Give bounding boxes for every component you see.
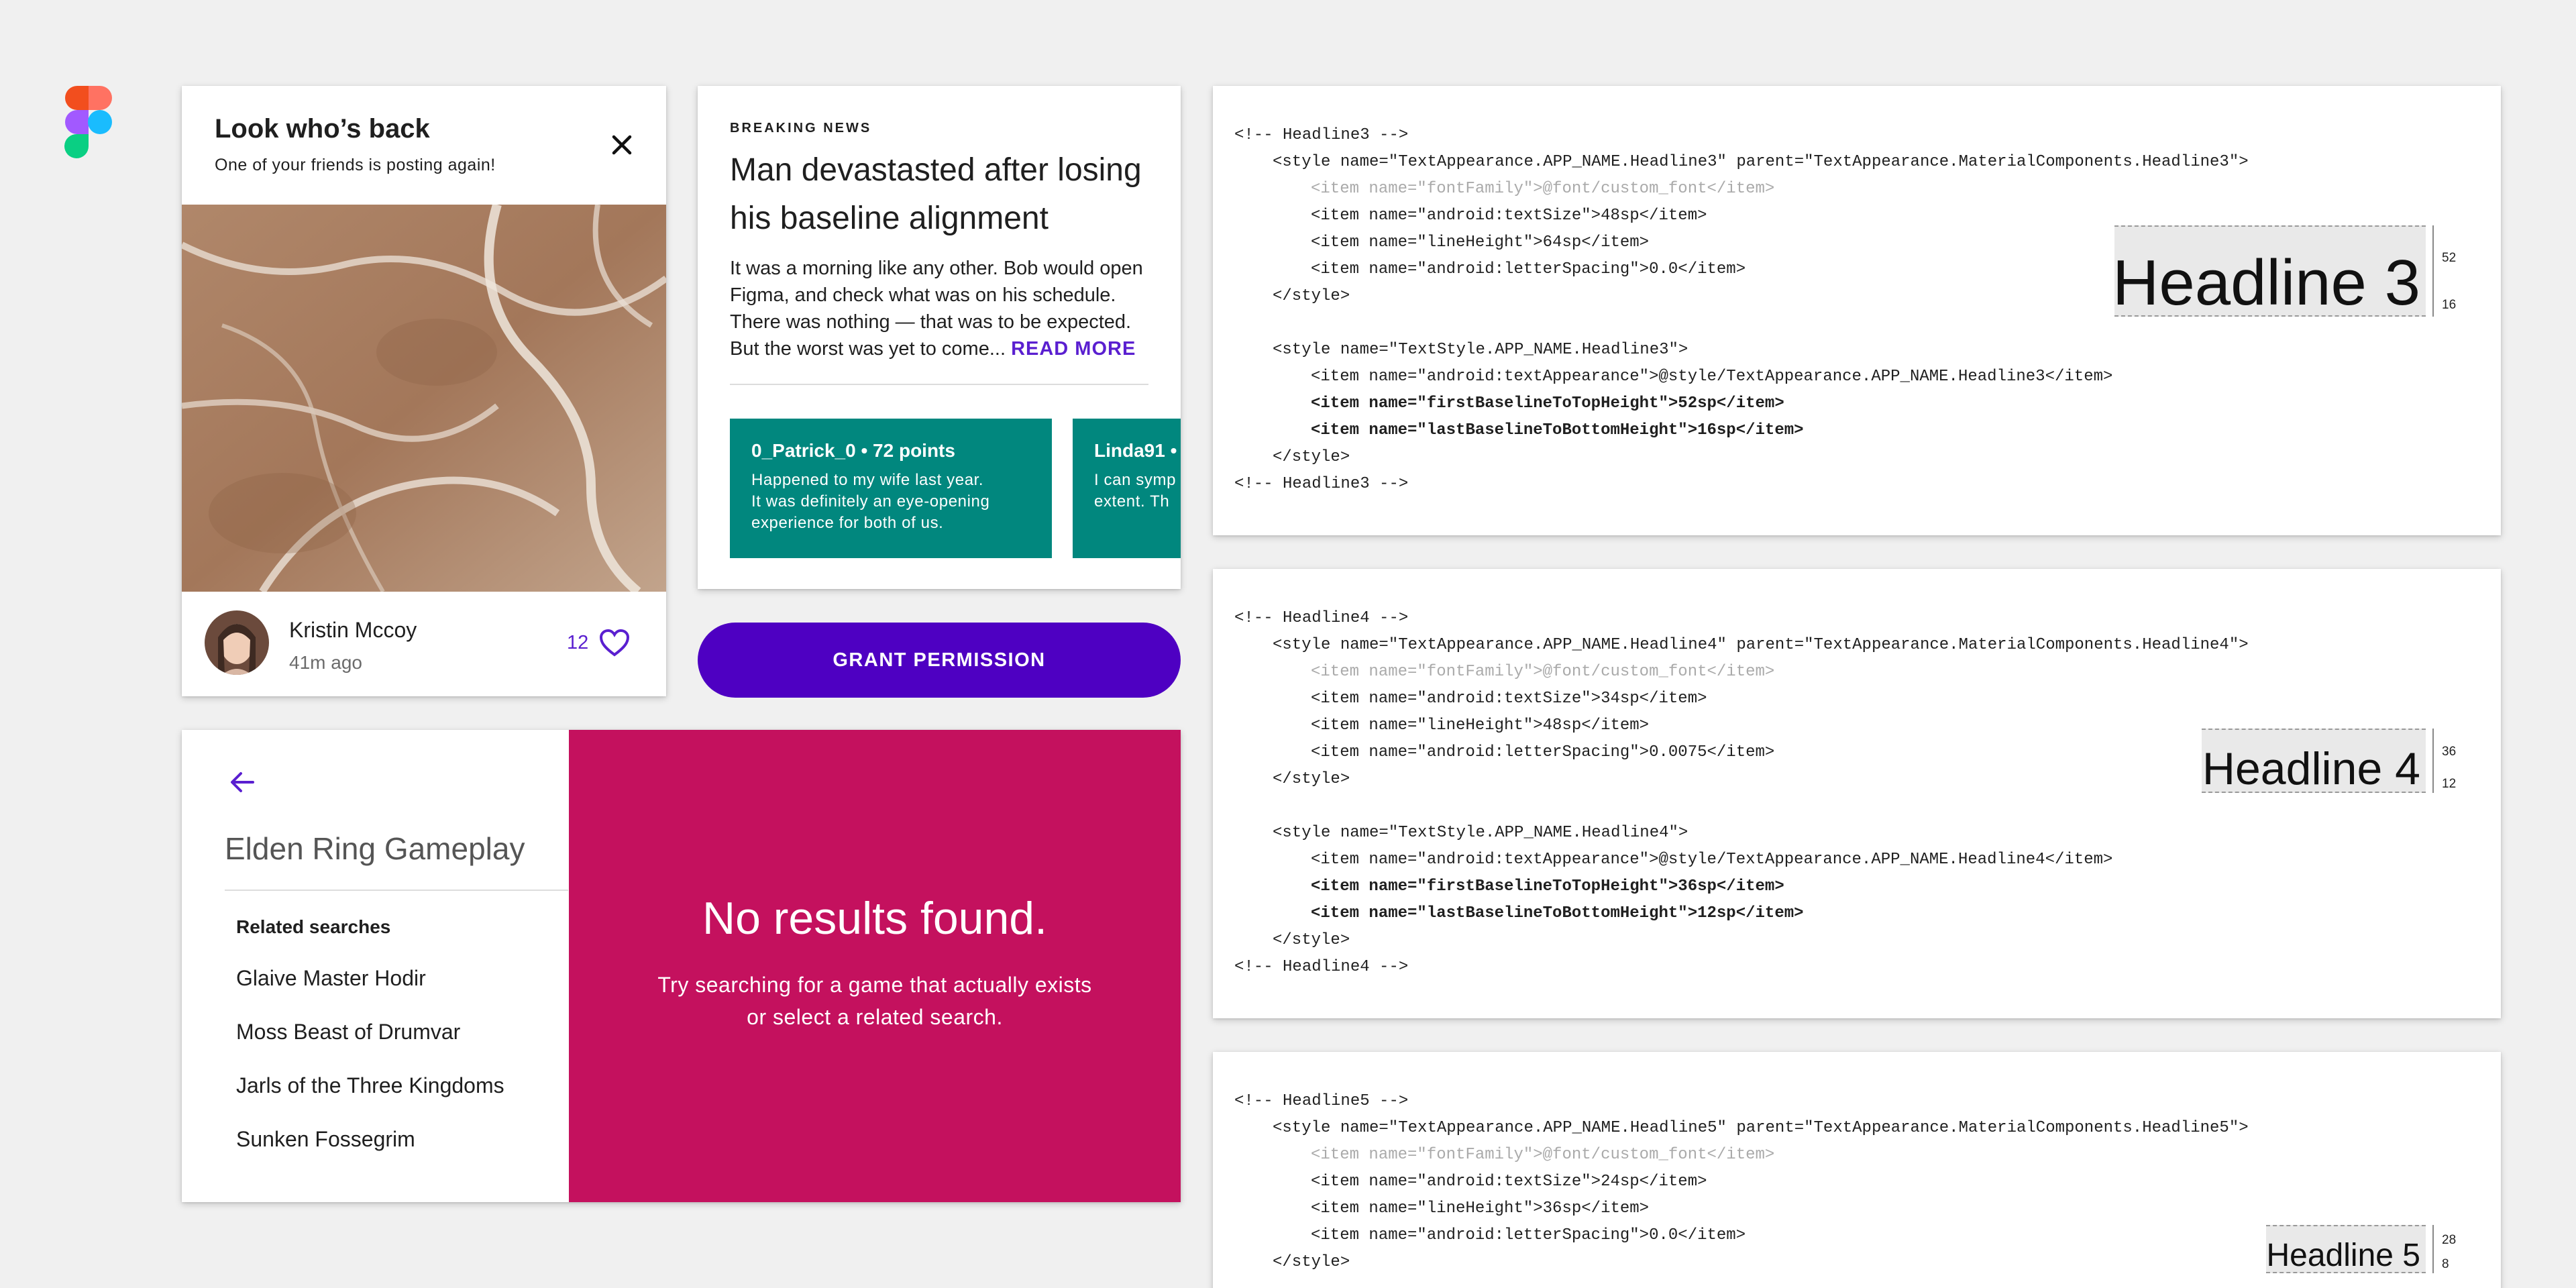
dimension-line: [2432, 1225, 2434, 1273]
like-count: 12: [567, 632, 589, 653]
user-name[interactable]: Kristin Mccoy: [289, 618, 417, 643]
search-card: Elden Ring Gameplay Related searches Gla…: [182, 730, 1181, 1202]
comment-card[interactable]: Linda91 • I can symp extent. Th: [1073, 419, 1181, 558]
code-line: <item name="firstBaselineToTopHeight">52…: [1311, 394, 1784, 413]
code-line: <item name="fontFamily">@font/custom_fon…: [1311, 180, 1775, 198]
sample-text: Headline 3: [2112, 247, 2420, 319]
grant-permission-button[interactable]: GRANT PERMISSION: [698, 623, 1181, 698]
code-line: <item name="android:textSize">48sp</item…: [1311, 207, 1707, 225]
code-line: <item name="lastBaselineToBottomHeight">…: [1311, 904, 1804, 922]
code-line: <style name="TextAppearance.APP_NAME.Hea…: [1273, 153, 2249, 171]
related-search-item[interactable]: Glaive Master Hodir: [236, 966, 426, 991]
code-line: <item name="android:textSize">24sp</item…: [1311, 1173, 1707, 1191]
code-line: <item name="android:textAppearance">@sty…: [1311, 851, 2113, 869]
card-title: Look who’s back: [215, 114, 430, 144]
dimension-line: [2432, 225, 2434, 317]
comment-header: 0_Patrick_0 • 72 points: [751, 440, 955, 461]
top-height-label: 36: [2442, 745, 2457, 759]
no-results-hint: Try searching for a game that actually e…: [569, 969, 1181, 1033]
headline-4-sample: Headline 4: [2202, 729, 2426, 793]
comment-line: Happened to my wife last year.: [751, 471, 984, 489]
figma-logo-icon: [64, 86, 112, 158]
news-overline: BREAKING NEWS: [730, 121, 872, 136]
code-line: <!-- Headline3 -->: [1234, 475, 1409, 493]
headline-3-sample: Headline 3: [2112, 225, 2426, 319]
code-line: <item name="lineHeight">64sp</item>: [1311, 233, 1650, 252]
related-search-item[interactable]: Sunken Fossegrim: [236, 1127, 415, 1152]
code-line: <style name="TextStyle.APP_NAME.Headline…: [1273, 341, 1688, 359]
avatar: [205, 610, 269, 675]
dimension-line: [2432, 729, 2434, 793]
read-more-link[interactable]: READ MORE: [1011, 338, 1136, 360]
arrow-back-icon[interactable]: [223, 763, 261, 801]
comment-line: It was definitely an eye-opening: [751, 492, 990, 511]
bottom-height-label: 12: [2442, 777, 2457, 791]
no-results-title: No results found.: [702, 893, 1048, 944]
code-line: <item name="android:textAppearance">@sty…: [1311, 368, 2113, 386]
sample-text: Headline 4: [2202, 743, 2420, 794]
code-line: </style>: [1273, 770, 1350, 788]
hint-line: or select a related search.: [747, 1005, 1003, 1029]
divider: [730, 384, 1148, 385]
news-body: It was a morning like any other. Bob wou…: [730, 255, 1159, 362]
code-line: <item name="android:letterSpacing">0.007…: [1311, 743, 1775, 761]
code-line: <item name="firstBaselineToTopHeight">36…: [1311, 877, 1784, 896]
code-line: </style>: [1273, 1253, 1350, 1271]
code-line: <item name="android:textSize">34sp</item…: [1311, 690, 1707, 708]
code-line: <item name="fontFamily">@font/custom_fon…: [1311, 663, 1775, 681]
no-results-panel: No results found. Try searching for a ga…: [569, 730, 1181, 1202]
close-icon[interactable]: [600, 123, 643, 166]
sample-text: Headline 5: [2266, 1238, 2421, 1273]
search-query[interactable]: Elden Ring Gameplay: [225, 830, 525, 867]
news-title: Man devastasted after losing his baselin…: [730, 152, 1142, 236]
top-height-label: 28: [2442, 1233, 2457, 1247]
divider: [225, 890, 568, 891]
code-card-headline3: <!-- Headline3 --> <style name="TextAppe…: [1213, 86, 2501, 535]
code-line: </style>: [1273, 287, 1350, 305]
card-subtitle: One of your friends is posting again!: [215, 156, 496, 174]
code-line: <item name="lineHeight">36sp</item>: [1311, 1199, 1650, 1218]
news-card: BREAKING NEWS Man devastasted after losi…: [698, 86, 1181, 589]
code-line: <style name="TextAppearance.APP_NAME.Hea…: [1273, 1119, 2249, 1137]
heart-icon[interactable]: [598, 627, 631, 660]
friend-post-card: Look who’s back One of your friends is p…: [182, 86, 666, 696]
code-line: <!-- Headline5 -->: [1234, 1092, 1409, 1110]
code-line: <item name="lastBaselineToBottomHeight">…: [1311, 421, 1804, 439]
comment-line: extent. Th: [1094, 492, 1170, 511]
related-search-item[interactable]: Moss Beast of Drumvar: [236, 1020, 460, 1044]
code-line: <style name="TextAppearance.APP_NAME.Hea…: [1273, 636, 2249, 654]
comment-header: Linda91 •: [1094, 440, 1177, 461]
code-line: </style>: [1273, 931, 1350, 949]
code-line: <!-- Headline4 -->: [1234, 609, 1409, 627]
code-line: <!-- Headline3 -->: [1234, 126, 1409, 144]
hint-line: Try searching for a game that actually e…: [657, 973, 1092, 997]
code-line: <!-- Headline4 -->: [1234, 958, 1409, 976]
headline-5-sample: Headline 5: [2266, 1225, 2426, 1273]
code-line: <item name="lineHeight">48sp</item>: [1311, 716, 1650, 735]
code-card-headline4: <!-- Headline4 --> <style name="TextAppe…: [1213, 569, 2501, 1018]
comment-card[interactable]: 0_Patrick_0 • 72 points Happened to my w…: [730, 419, 1052, 558]
post-image: [182, 205, 666, 592]
code-line: <item name="android:letterSpacing">0.0</…: [1311, 1226, 1746, 1244]
post-time: 41m ago: [289, 652, 362, 673]
bottom-height-label: 8: [2442, 1257, 2449, 1271]
code-line: <style name="TextStyle.APP_NAME.Headline…: [1273, 824, 1688, 842]
code-line: </style>: [1273, 448, 1350, 466]
top-height-label: 52: [2442, 251, 2457, 265]
comment-line: experience for both of us.: [751, 514, 944, 532]
related-search-item[interactable]: Jarls of the Three Kingdoms: [236, 1073, 504, 1098]
code-card-headline5: <!-- Headline5 --> <style name="TextAppe…: [1213, 1052, 2501, 1288]
related-searches-heading: Related searches: [236, 916, 391, 937]
code-line: <item name="android:letterSpacing">0.0</…: [1311, 260, 1746, 278]
bottom-height-label: 16: [2442, 298, 2457, 312]
code-line: <item name="fontFamily">@font/custom_fon…: [1311, 1146, 1775, 1164]
comment-line: I can symp: [1094, 471, 1177, 489]
